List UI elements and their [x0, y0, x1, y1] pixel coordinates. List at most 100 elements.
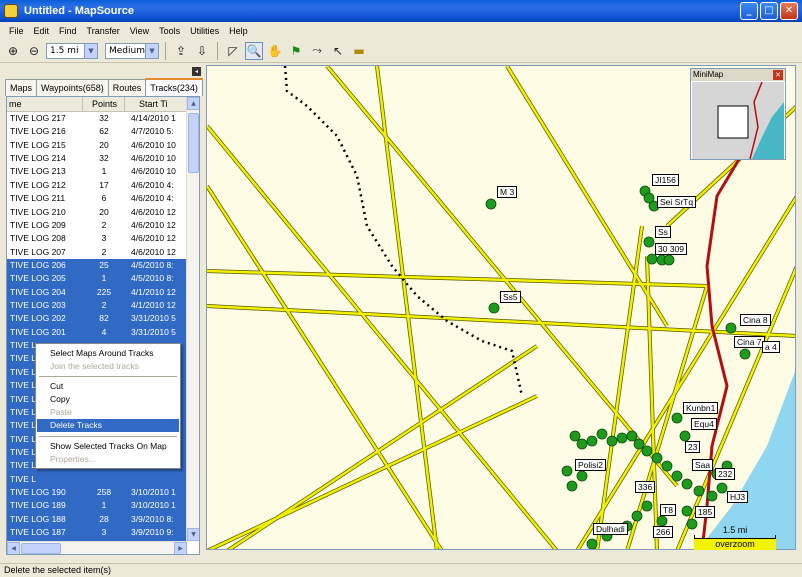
menu-delete-tracks[interactable]: Delete Tracks: [37, 419, 179, 432]
waypoint-label[interactable]: 336: [635, 481, 656, 493]
track-row[interactable]: TIVE LOG 210 20 4/6/2010 12: [7, 206, 187, 219]
column-header-name[interactable]: me: [7, 97, 83, 111]
track-row[interactable]: TIVE LOG 208 3 4/6/2010 12: [7, 232, 187, 245]
waypoint-label[interactable]: Polisi2: [575, 459, 607, 471]
track-row[interactable]: TIVE LOG 216 62 4/7/2010 5:: [7, 125, 187, 138]
track-row[interactable]: TIVE LOG 205 1 4/5/2010 8:: [7, 272, 187, 286]
waypoint-label[interactable]: Equ4: [691, 418, 717, 430]
track-row[interactable]: TIVE LOG 188 28 3/9/2010 8:: [7, 512, 187, 527]
track-row[interactable]: TIVE LOG 213 1 4/6/2010 10: [7, 165, 187, 178]
menu-copy[interactable]: Copy: [37, 393, 179, 406]
tab-routes[interactable]: Routes: [107, 79, 147, 96]
track-row[interactable]: TIVE LOG 215 20 4/6/2010 10: [7, 139, 187, 152]
track-row[interactable]: TIVE LOG 212 17 4/6/2010 4:: [7, 179, 187, 192]
track-row[interactable]: TIVE LOG 209 2 4/6/2010 12: [7, 219, 187, 232]
tab-tracks[interactable]: Tracks(234): [145, 78, 203, 96]
track-row[interactable]: TIVE LOG 204 225 4/1/2010 12: [7, 285, 187, 300]
menu-tools[interactable]: Tools: [154, 26, 185, 36]
route-tool-icon[interactable]: ⤳: [308, 42, 326, 60]
waypoint-label[interactable]: a 4: [762, 341, 780, 353]
track-row[interactable]: TIVE LOG 190 258 3/10/2010 1: [7, 486, 187, 500]
waypoint-label[interactable]: 266: [653, 526, 674, 538]
waypoint-label[interactable]: 30 309: [655, 243, 687, 255]
maximize-button[interactable]: □: [760, 2, 778, 20]
waypoint-label[interactable]: Ss: [655, 226, 671, 238]
vertical-scrollbar[interactable]: ▲ ▼: [186, 97, 199, 541]
panel-close-icon[interactable]: ◂: [192, 67, 201, 76]
detail-level-select[interactable]: Medium ▼: [105, 42, 159, 59]
scroll-left-icon[interactable]: ◀: [7, 542, 20, 554]
close-button[interactable]: ✕: [780, 2, 798, 20]
scroll-thumb[interactable]: [188, 113, 199, 173]
waypoint-label[interactable]: Cina 8: [740, 314, 771, 326]
scroll-thumb[interactable]: [21, 543, 61, 554]
zoom-in-icon[interactable]: ⊕: [4, 42, 22, 60]
zoom-out-icon[interactable]: ⊖: [25, 42, 43, 60]
track-points-cell: [83, 473, 125, 486]
tab-maps[interactable]: Maps: [5, 79, 38, 96]
waypoint-label[interactable]: JI156: [652, 174, 679, 186]
waypoint-label[interactable]: 23: [685, 441, 701, 453]
menu-file[interactable]: File: [4, 26, 29, 36]
waypoint-label[interactable]: 185: [695, 506, 716, 518]
waypoint-label[interactable]: T8: [660, 504, 676, 516]
menu-edit[interactable]: Edit: [29, 26, 55, 36]
pointer-tool-icon[interactable]: ↖: [329, 42, 347, 60]
menu-show-selected-tracks-on-map[interactable]: Show Selected Tracks On Map: [37, 440, 179, 453]
track-row[interactable]: TIVE LOG 217 32 4/14/2010 1: [7, 112, 187, 125]
minimize-button[interactable]: _: [740, 2, 758, 20]
track-points-cell: 1: [101, 166, 107, 177]
menu-separator: [39, 436, 177, 437]
waypoint-label[interactable]: HJ3: [727, 491, 749, 503]
track-row[interactable]: TIVE LOG 203 2 4/1/2010 12: [7, 299, 187, 313]
track-name-cell: TIVE LOG 212: [10, 179, 66, 190]
waypoint-label[interactable]: Ss5: [500, 291, 521, 303]
scroll-right-icon[interactable]: ▶: [174, 542, 187, 554]
track-row[interactable]: TIVE L: [7, 472, 187, 487]
tab-waypoints[interactable]: Waypoints(658): [36, 79, 109, 96]
send-to-device-icon[interactable]: ⇩: [193, 42, 211, 60]
zoom-scale-select[interactable]: 1.5 mi ▼: [46, 42, 98, 59]
menu-find[interactable]: Find: [54, 26, 82, 36]
column-header-start-time[interactable]: Start Ti: [125, 97, 187, 111]
scroll-up-icon[interactable]: ▲: [187, 97, 199, 110]
track-row[interactable]: TIVE LOG 206 25 4/5/2010 8:: [7, 258, 187, 273]
waypoint-label[interactable]: Cina 7: [734, 336, 765, 348]
selection-tool-icon[interactable]: ◸: [224, 42, 242, 60]
waypoint-tool-icon[interactable]: ⚑: [287, 42, 305, 60]
menu-utilities[interactable]: Utilities: [185, 26, 224, 36]
track-row[interactable]: TIVE LOG 201 4 3/31/2010 5: [7, 325, 187, 340]
menu-cut[interactable]: Cut: [37, 380, 179, 393]
tracks-list[interactable]: me Points Start Ti TIVE LOG 217 32 4/14/20…: [6, 96, 200, 555]
minimap-close-icon[interactable]: ✕: [773, 70, 783, 80]
waypoint-label[interactable]: Saa: [692, 459, 714, 471]
column-header-points[interactable]: Points: [83, 97, 125, 111]
waypoint-label[interactable]: M 3: [497, 186, 518, 198]
hand-tool-icon[interactable]: ✋: [266, 42, 284, 60]
track-row[interactable]: TIVE LOG 187 3 3/9/2010 9:: [7, 526, 187, 540]
minimap-view[interactable]: [692, 82, 784, 159]
track-row[interactable]: TIVE LOG 189 1 3/10/2010 1: [7, 499, 187, 513]
track-points-cell: 20: [99, 139, 109, 150]
menu-help[interactable]: Help: [224, 26, 253, 36]
menu-transfer[interactable]: Transfer: [82, 26, 125, 36]
track-row[interactable]: TIVE LOG 202 82 3/31/2010 5: [7, 312, 187, 326]
measure-tool-icon[interactable]: ▬: [350, 42, 368, 60]
menu-select-maps-around-tracks[interactable]: Select Maps Around Tracks: [37, 347, 179, 360]
track-points-cell: 62: [99, 126, 109, 137]
track-row[interactable]: TIVE LOG 214 32 4/6/2010 10: [7, 152, 187, 165]
menu-bar: File Edit Find Transfer View Tools Utili…: [0, 22, 802, 39]
waypoint-label[interactable]: 232: [715, 468, 736, 480]
waypoint-label[interactable]: Dulhadi: [593, 523, 628, 535]
horizontal-scrollbar[interactable]: ◀ ▶: [7, 541, 187, 554]
waypoint-label[interactable]: Kunbn1: [683, 402, 719, 414]
track-row[interactable]: TIVE LOG 207 2 4/6/2010 12: [7, 246, 187, 259]
track-start-cell: 3/9/2010 9:: [131, 527, 174, 538]
receive-from-device-icon[interactable]: ⇪: [172, 42, 190, 60]
waypoint-label[interactable]: Sei SrTq: [657, 196, 697, 208]
scroll-down-icon[interactable]: ▼: [187, 528, 199, 541]
menu-view[interactable]: View: [125, 26, 154, 36]
zoom-tool-icon[interactable]: 🔍: [245, 41, 263, 60]
track-row[interactable]: TIVE LOG 211 6 4/6/2010 4:: [7, 192, 187, 205]
track-name-cell: TIVE LOG 216: [10, 126, 66, 137]
